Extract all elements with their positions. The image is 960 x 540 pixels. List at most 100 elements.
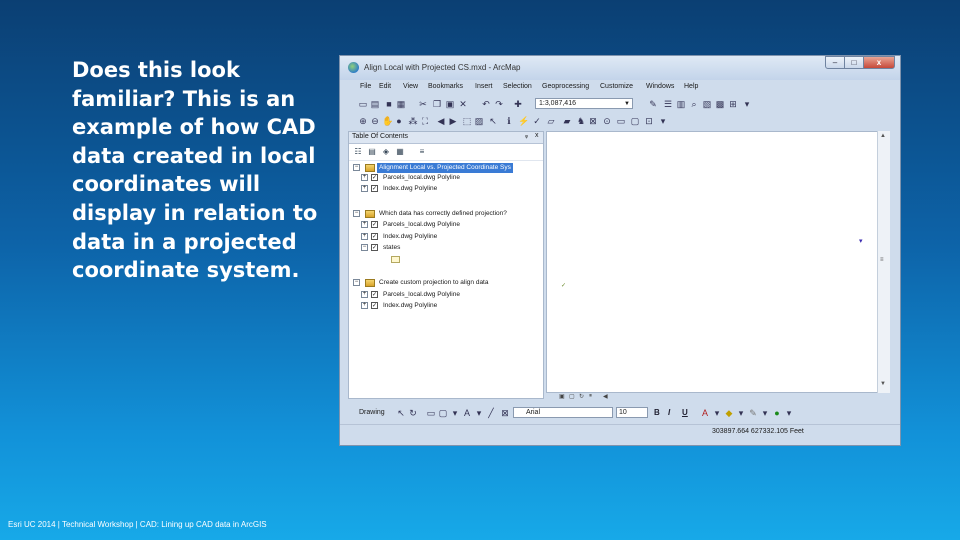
catalog-icon[interactable]: ▥ [676,99,686,109]
layer-visibility-checkbox[interactable]: ✓ [371,185,378,192]
menu-windows[interactable]: Windows [646,83,674,90]
scroll-down-icon[interactable]: ▼ [880,381,886,387]
maximize-button[interactable]: □ [844,56,864,69]
data-frame-label[interactable]: Which data has correctly defined project… [379,209,507,219]
data-view-icon[interactable]: ▣ [559,393,565,400]
underline-button[interactable]: U [682,408,688,417]
copy-icon[interactable]: ❐ [432,99,442,109]
editor-toolbar-icon[interactable]: ✎ [648,99,658,109]
italic-button[interactable]: I [668,408,670,417]
layer-label[interactable]: Parcels_local.dwg Polyline [383,173,460,183]
undo-icon[interactable]: ↶ [481,99,491,109]
rotate-icon[interactable]: ↻ [408,408,418,418]
expand-icon[interactable]: + [361,291,368,298]
minimize-button[interactable]: – [825,56,845,69]
chevron-down-icon[interactable]: ▾ [736,408,746,418]
paste-icon[interactable]: ▣ [445,99,455,109]
layer-visibility-checkbox[interactable]: ✓ [371,221,378,228]
fixed-zoom-in-icon[interactable]: ⁂ [408,116,418,126]
list-by-source-icon[interactable]: ▤ [367,147,377,157]
list-by-visibility-icon[interactable]: ◈ [381,147,391,157]
menu-file[interactable]: File [360,83,371,90]
select-elements-icon[interactable]: ↖ [396,408,406,418]
menu-help[interactable]: Help [684,83,698,90]
data-frame-row[interactable]: − Alignment Local vs. Projected Coordina… [353,163,543,173]
chevron-down-icon[interactable]: ▾ [760,408,770,418]
add-data-icon[interactable]: ✚ [513,99,523,109]
layer-label[interactable]: Index.dwg Polyline [383,301,437,311]
open-folder-icon[interactable]: ▤ [370,99,380,109]
new-document-icon[interactable]: ▭ [358,99,368,109]
drawing-menu[interactable]: Drawing [359,409,385,416]
chevron-down-icon[interactable]: ▾ [784,408,794,418]
collapse-icon[interactable]: − [353,210,360,217]
find-icon[interactable]: ♞ [576,116,586,126]
collapse-icon[interactable]: − [353,279,360,286]
map-display[interactable]: ▾ ✓ [546,131,889,393]
chevron-down-icon[interactable]: ▾ [712,408,722,418]
layer-label[interactable]: states [383,243,400,253]
list-by-drawing-order-icon[interactable]: ☷ [353,147,363,157]
list-by-selection-icon[interactable]: ▦ [395,147,405,157]
menu-selection[interactable]: Selection [503,83,532,90]
zoom-in-icon[interactable]: ⊕ [358,116,368,126]
map-vertical-scrollbar[interactable]: ▲ ≡ ▼ [877,131,890,393]
menu-edit[interactable]: Edit [379,83,391,90]
expand-icon[interactable]: + [361,174,368,181]
hyperlink-icon[interactable]: ⚡ [518,116,529,126]
identify-icon[interactable]: ℹ [504,116,514,126]
layer-visibility-checkbox[interactable]: ✓ [371,291,378,298]
fixed-zoom-out-icon[interactable]: ⛶ [420,116,430,126]
menu-geoprocessing[interactable]: Geoprocessing [542,83,589,90]
redo-icon[interactable]: ↷ [494,99,504,109]
cut-icon[interactable]: ✂ [418,99,428,109]
font-color-icon[interactable]: A [700,408,710,418]
layer-label[interactable]: Parcels_local.dwg Polyline [383,290,460,300]
expand-icon[interactable]: + [361,185,368,192]
text-icon[interactable]: A [462,408,472,418]
scroll-up-icon[interactable]: ▲ [880,133,886,139]
chevron-down-icon[interactable]: ▾ [450,408,460,418]
pause-drawing-icon[interactable]: ⏸ [589,393,592,400]
save-icon[interactable]: ■ [384,99,394,109]
text-style-icon[interactable]: ⊠ [500,408,510,418]
line-icon[interactable]: ╱ [486,408,496,418]
pan-icon[interactable]: ✋ [382,116,393,126]
forward-icon[interactable]: ▶ [448,116,458,126]
expand-icon[interactable]: + [361,302,368,309]
toolbar-options-icon[interactable]: ▾ [658,116,668,126]
line-color-icon[interactable]: ✎ [748,408,758,418]
toc-close-button[interactable]: x [535,132,539,139]
data-frame-label[interactable]: Create custom projection to align data [379,278,488,288]
create-viewer-icon[interactable]: ▭ [616,116,626,126]
collapse-icon[interactable]: − [353,164,360,171]
layer-visibility-checkbox[interactable]: ✓ [371,244,378,251]
table-of-contents-icon[interactable]: ☰ [663,99,673,109]
find-route-icon[interactable]: ▰ [562,116,572,126]
model-builder-icon[interactable]: ⊞ [728,99,738,109]
data-frame-label[interactable]: Alignment Local vs. Projected Coordinate… [377,163,513,173]
polygon-symbol-icon[interactable] [391,256,400,263]
map-scale-dropdown[interactable]: 1:3,087,416 ▼ [535,98,633,109]
select-features-icon[interactable]: ⬚ [462,116,472,126]
expand-icon[interactable]: + [361,221,368,228]
window-titlebar[interactable]: Align Local with Projected CS.mxd - ArcM… [340,56,900,80]
menu-customize[interactable]: Customize [600,83,633,90]
font-size-dropdown[interactable]: 10 [616,407,648,418]
delete-icon[interactable]: ✕ [458,99,468,109]
scroll-grip-icon[interactable]: ≡ [880,257,884,263]
layer-label[interactable]: Parcels_local.dwg Polyline [383,220,460,230]
arctoolbox-icon[interactable]: ▧ [702,99,712,109]
measure-icon[interactable]: ▱ [546,116,556,126]
menu-view[interactable]: View [403,83,418,90]
collapse-icon[interactable]: − [361,244,368,251]
overview-icon[interactable]: ▢ [630,116,640,126]
close-button[interactable]: x [863,56,895,69]
print-icon[interactable]: ▦ [396,99,406,109]
layer-visibility-checkbox[interactable]: ✓ [371,302,378,309]
layer-label[interactable]: Index.dwg Polyline [383,184,437,194]
clear-selection-icon[interactable]: ▨ [474,116,484,126]
font-dropdown[interactable]: Arial [513,407,613,418]
fill-color-icon[interactable]: ◆ [724,408,734,418]
marker-color-icon[interactable]: ● [772,408,782,418]
